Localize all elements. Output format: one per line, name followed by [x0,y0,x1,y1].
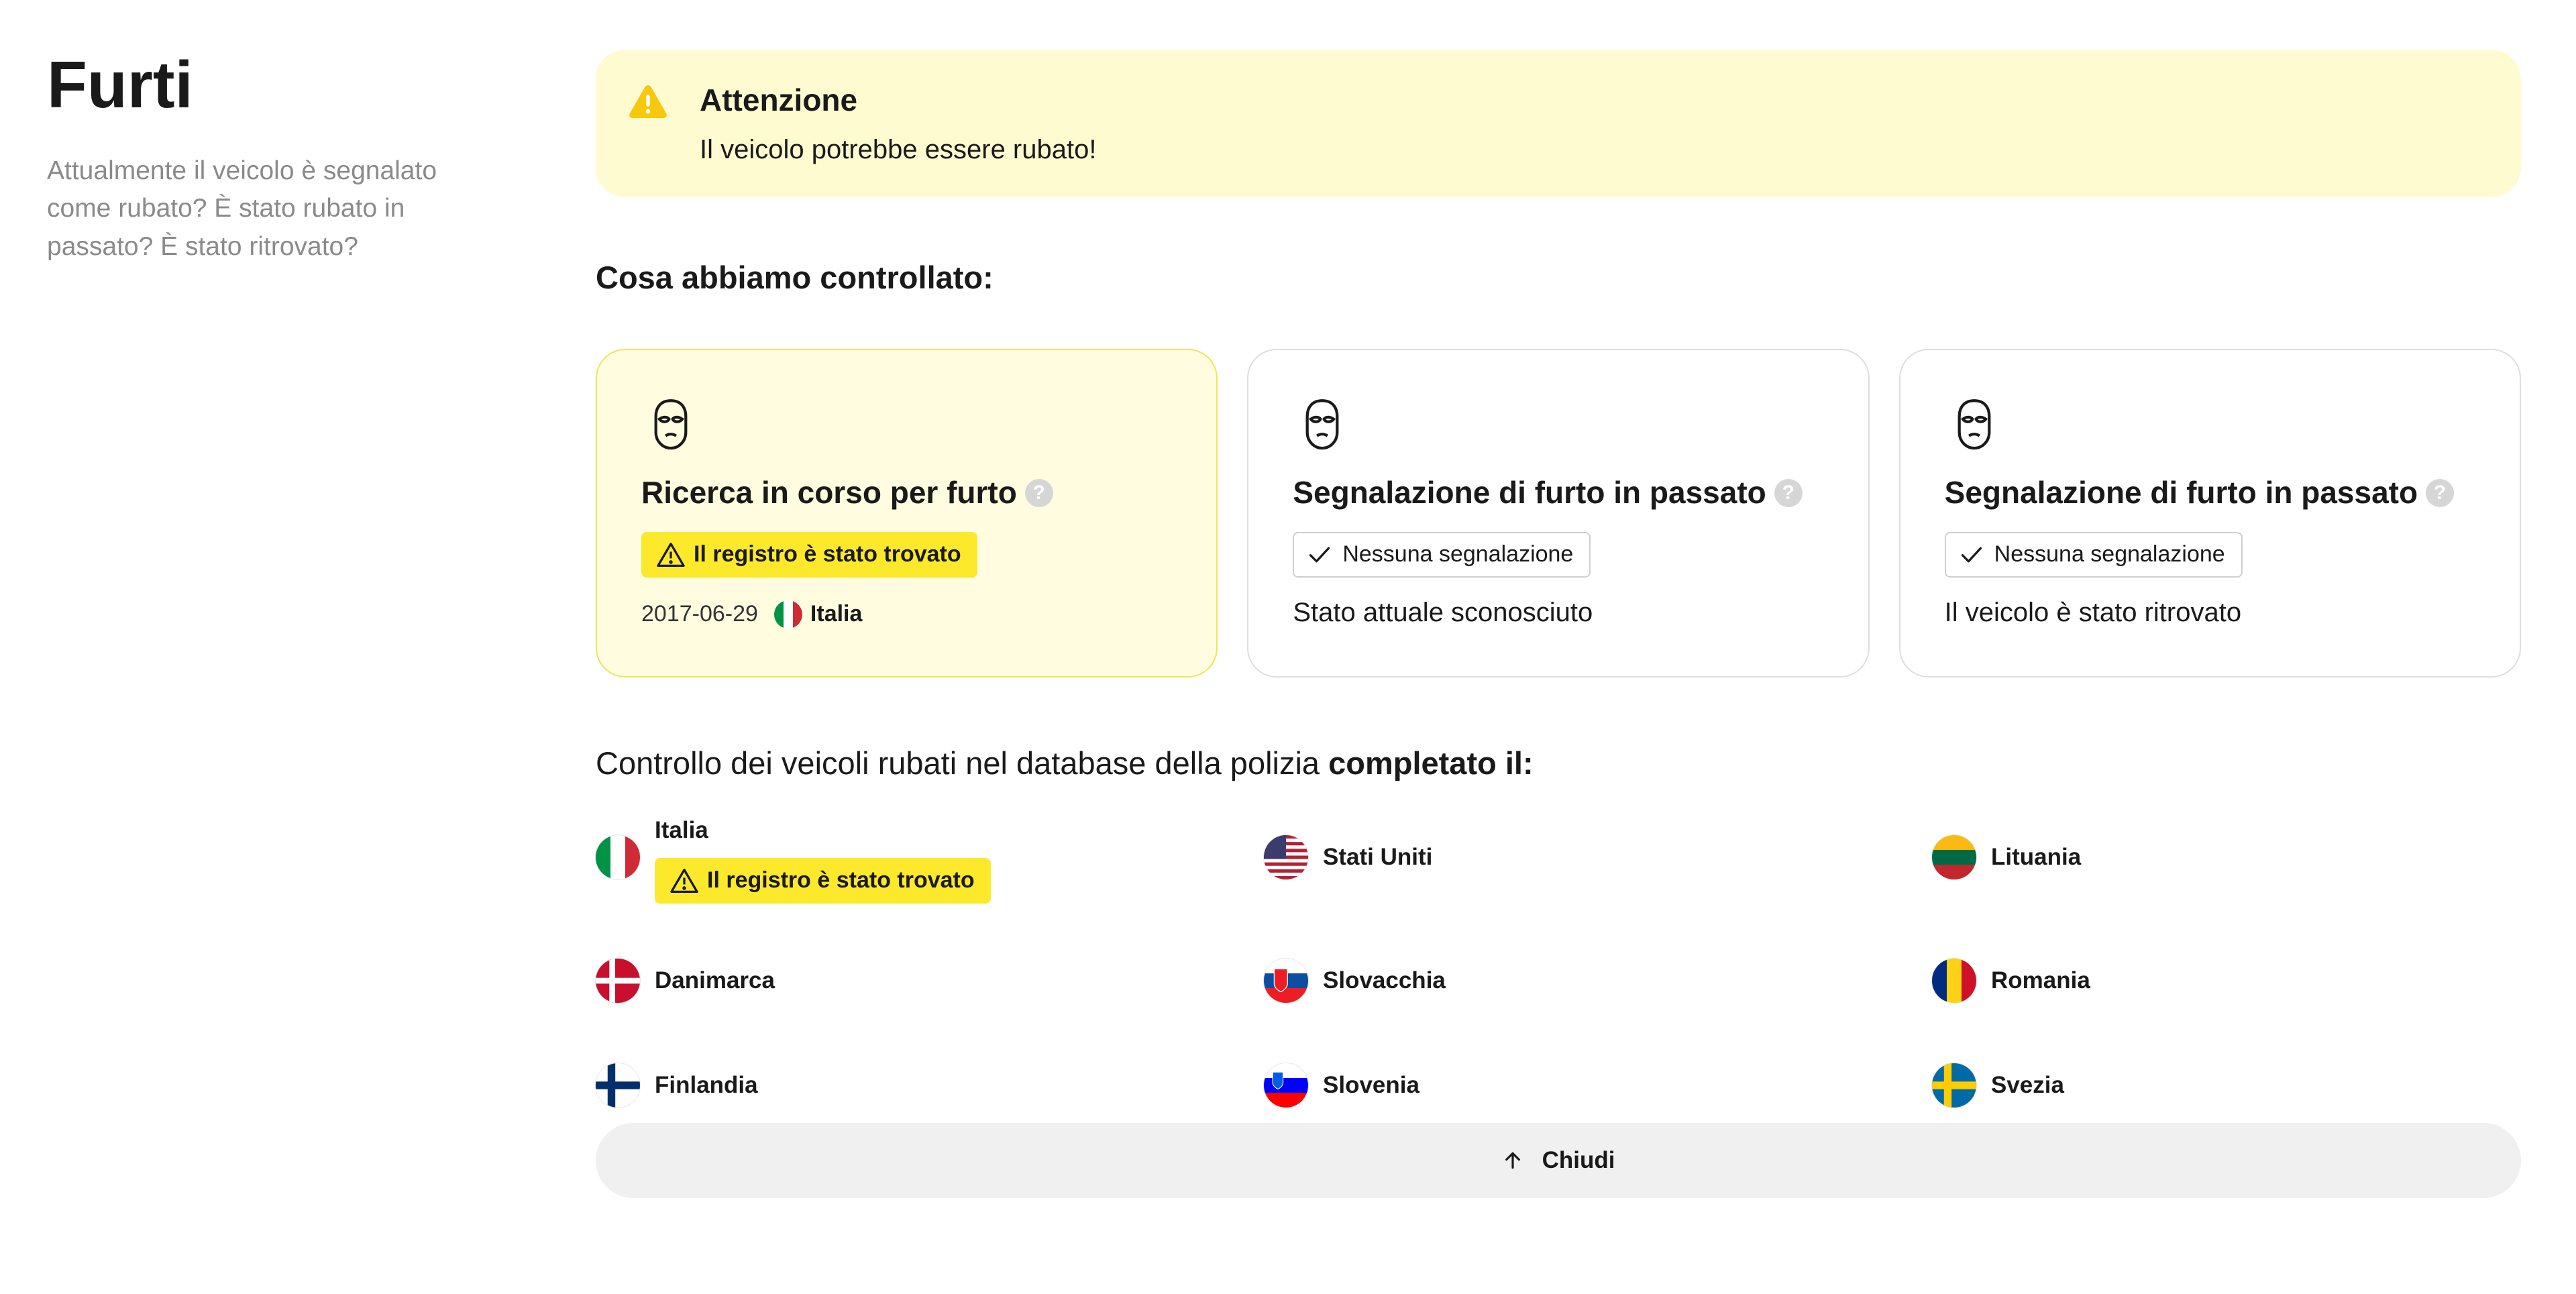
country-italia: Italia Il registro è stato trovato [596,816,991,904]
checked-heading: Cosa abbiamo controllato: [596,260,994,295]
balaclava-icon [1305,399,1339,450]
country-name: Danimarca [655,967,775,993]
database-check-text: Controllo dei veicoli rubati nel databas… [596,745,2521,782]
italy-flag-icon [773,600,802,629]
card-ongoing-search: Ricerca in corso per furto ? Il registro… [596,349,1218,678]
no-report-badge: Nessuna segnalazione [1944,531,2243,578]
denmark-flag-icon [596,958,640,1003]
italy-flag-icon [596,834,640,879]
help-icon[interactable]: ? [2426,478,2455,507]
lithuania-flag-icon [1932,834,1976,879]
close-label: Chiudi [1542,1147,1615,1173]
arrow-up-icon [1505,1152,1520,1169]
card-status: Stato attuale sconosciuto [1293,597,1593,627]
record-date: 2017-06-29 [641,601,758,627]
country-name: Lituania [1991,843,2082,870]
country-danimarca: Danimarca [596,958,775,1003]
card-title: Segnalazione di furto in passato ? [1293,474,1868,511]
balaclava-icon [1957,399,1991,450]
record-found-badge: Il registro è stato trovato [655,857,991,904]
country-slovenia: Slovenia [1264,1063,1419,1108]
help-icon[interactable]: ? [1774,478,1803,507]
country-name: Italia [655,816,708,843]
country-finlandia: Finlandia [596,1063,758,1108]
card-title: Segnalazione di furto in passato ? [1945,474,2520,511]
balaclava-icon [654,399,688,450]
warning-triangle-icon [670,868,698,893]
record-country: Italia [810,601,863,627]
alert-title: Attenzione [700,83,858,117]
warning-icon [629,85,667,118]
country-info: Italia Il registro è stato trovato [655,816,991,904]
database-bold: completato il: [1328,745,1534,781]
romania-flag-icon [1932,958,1976,1003]
country-list: Italia Il registro è stato trovato Stati… [596,816,2521,1152]
country-name: Svezia [1991,1071,2064,1098]
country-svezia: Svezia [1932,1063,2064,1108]
alert-text: Il veicolo potrebbe essere rubato! [700,135,1097,165]
country-name: Slovenia [1323,1071,1419,1098]
page-subtitle: Attualmente il veicolo è segnalato come … [47,156,437,261]
section-header: Furti Attualmente il veicolo è segnalato… [47,47,503,266]
page-title: Furti [47,48,193,121]
record-found-badge: Il registro è stato trovato [641,531,977,578]
warning-triangle-icon [657,542,685,567]
usa-flag-icon [1264,834,1308,879]
badge-label: Nessuna segnalazione [1994,541,2225,568]
country-name: Stati Uniti [1323,843,1433,870]
warning-alert: Attenzione Il veicolo potrebbe essere ru… [596,50,2521,197]
country-stati-uniti: Stati Uniti [1264,834,1433,879]
country-lituania: Lituania [1932,834,2082,879]
badge-label: Il registro è stato trovato [707,867,975,894]
close-button[interactable]: Chiudi [596,1123,2521,1198]
no-report-badge: Nessuna segnalazione [1293,531,1591,578]
card-past-theft-2: Segnalazione di furto in passato ? Nessu… [1898,349,2521,678]
card-title-text: Segnalazione di furto in passato [1944,475,2418,510]
country-slovacchia: Slovacchia [1264,958,1446,1003]
finland-flag-icon [596,1063,640,1108]
main-content: Attenzione Il veicolo potrebbe essere ru… [596,50,2521,1198]
help-icon[interactable]: ? [1024,478,1053,507]
database-text: Controllo dei veicoli rubati nel databas… [596,745,1329,781]
card-title-text: Segnalazione di furto in passato [1293,475,1766,510]
page: Furti Attualmente il veicolo è segnalato… [0,0,2576,1294]
card-past-theft-1: Segnalazione di furto in passato ? Nessu… [1247,349,1870,678]
check-icon [1309,547,1330,562]
sweden-flag-icon [1932,1063,1976,1108]
check-icon [1961,547,1982,562]
slovakia-flag-icon [1264,958,1308,1003]
slovenia-flag-icon [1264,1063,1308,1108]
country-name: Slovacchia [1323,967,1446,993]
badge-label: Nessuna segnalazione [1342,541,1574,568]
card-status: Il veicolo è stato ritrovato [1944,597,2242,627]
country-name: Romania [1991,967,2090,993]
card-meta: 2017-06-29 Italia [641,600,1216,629]
country-romania: Romania [1932,958,2090,1003]
card-title: Ricerca in corso per furto ? [641,474,1216,511]
card-title-text: Ricerca in corso per furto [641,475,1017,510]
badge-label: Il registro è stato trovato [694,541,961,568]
check-cards: Ricerca in corso per furto ? Il registro… [596,349,2521,678]
country-name: Finlandia [655,1071,758,1098]
